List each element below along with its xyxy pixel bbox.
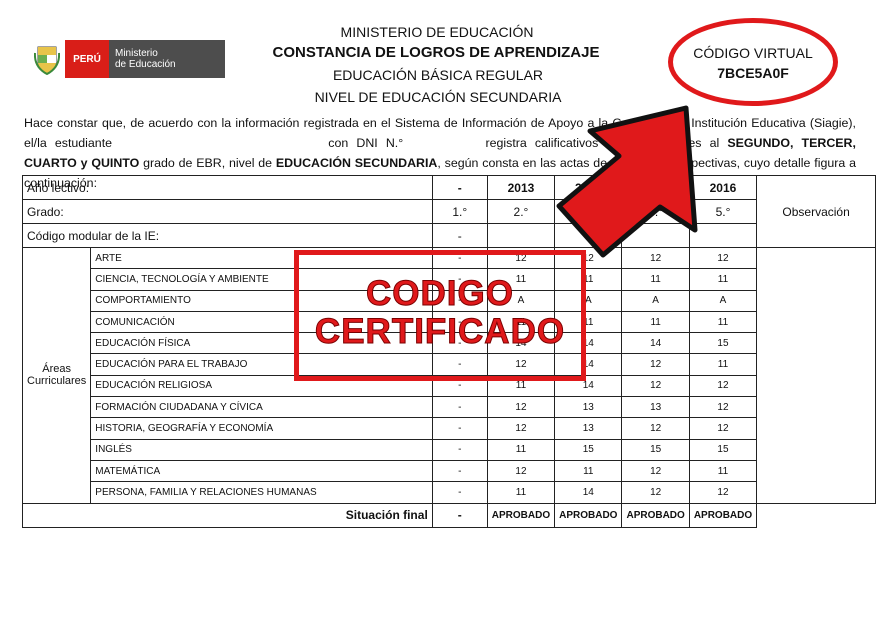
red-arrow-icon (556, 105, 698, 258)
